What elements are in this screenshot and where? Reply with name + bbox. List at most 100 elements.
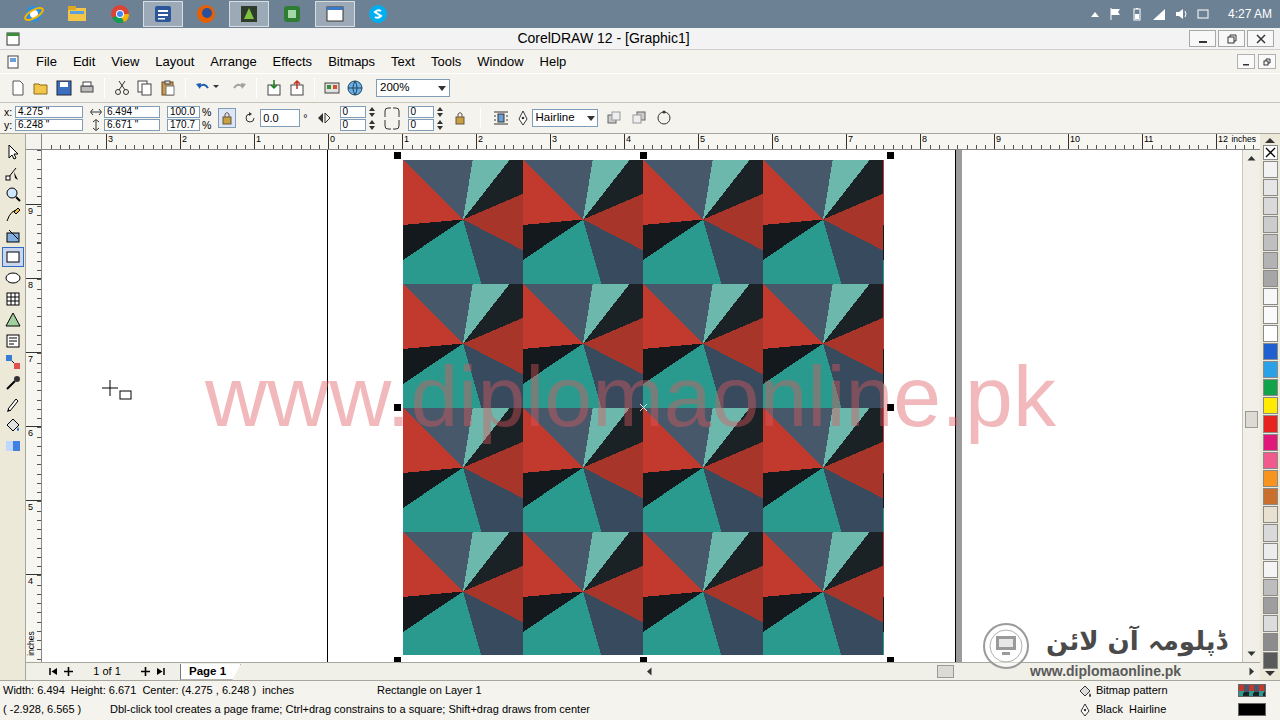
color-swatch[interactable] xyxy=(1263,234,1278,251)
fill-indicator[interactable]: Bitmap pattern xyxy=(1078,682,1280,699)
position-field[interactable]: 6.248 " xyxy=(15,119,83,131)
menu-item[interactable]: View xyxy=(103,50,147,74)
to-front-button[interactable] xyxy=(605,108,623,128)
vertical-ruler[interactable]: 987654inches xyxy=(26,150,42,662)
round-corners-lock-button[interactable] xyxy=(451,108,469,128)
selection-handle[interactable] xyxy=(887,404,894,411)
taskbar-button[interactable] xyxy=(100,1,140,27)
shape-tool[interactable] xyxy=(2,163,24,183)
menu-item[interactable]: Window xyxy=(469,50,531,74)
color-swatch[interactable] xyxy=(1263,288,1278,305)
convert-to-curves-button[interactable] xyxy=(655,108,673,128)
import-button[interactable] xyxy=(264,77,284,99)
undo-list-button[interactable] xyxy=(216,77,226,99)
color-swatch[interactable] xyxy=(1263,179,1278,196)
mirror-button[interactable] xyxy=(315,108,333,128)
scale-field[interactable]: 170.7 xyxy=(167,119,200,131)
wrap-text-button[interactable] xyxy=(492,108,510,128)
rectangle-tool[interactable] xyxy=(2,247,24,267)
color-swatch[interactable] xyxy=(1263,270,1278,287)
color-swatch[interactable] xyxy=(1263,561,1278,578)
fill-tool[interactable] xyxy=(2,415,24,435)
color-swatch[interactable] xyxy=(1263,361,1278,378)
color-swatch[interactable] xyxy=(1263,470,1278,487)
open-button[interactable] xyxy=(31,77,51,99)
color-swatch[interactable] xyxy=(1263,524,1278,541)
color-swatch[interactable] xyxy=(1263,397,1278,414)
freehand-tool[interactable] xyxy=(2,205,24,225)
taskbar-button[interactable] xyxy=(272,1,312,27)
save-button[interactable] xyxy=(54,77,74,99)
color-swatch[interactable] xyxy=(1263,615,1278,632)
taskbar-button[interactable] xyxy=(315,1,355,27)
scroll-down-button[interactable] xyxy=(1244,646,1260,662)
color-swatch[interactable] xyxy=(1263,379,1278,396)
outline-tool[interactable] xyxy=(2,394,24,414)
scroll-thumb[interactable] xyxy=(937,665,954,678)
rotation-field[interactable]: 0.0 xyxy=(260,109,300,127)
restore-button[interactable] xyxy=(1218,30,1245,47)
horizontal-ruler[interactable]: 3210123456789101112inches xyxy=(42,134,1260,150)
selection-handle[interactable] xyxy=(394,152,401,159)
undo-button[interactable] xyxy=(193,77,213,99)
color-swatch[interactable] xyxy=(1263,488,1278,505)
eyedropper-tool[interactable] xyxy=(2,373,24,393)
document-restore-button[interactable] xyxy=(1258,54,1276,69)
proportional-lock-button[interactable] xyxy=(218,108,236,128)
blend-tool[interactable] xyxy=(2,352,24,372)
add-page-before-button[interactable] xyxy=(61,664,76,679)
menu-item[interactable]: Arrange xyxy=(202,50,264,74)
zoom-tool[interactable] xyxy=(2,184,24,204)
text-tool[interactable] xyxy=(2,331,24,351)
taskbar-button[interactable] xyxy=(57,1,97,27)
menu-item[interactable]: Bitmaps xyxy=(320,50,383,74)
color-swatch[interactable] xyxy=(1263,306,1278,323)
position-field[interactable]: 4.275 " xyxy=(15,106,83,118)
to-back-button[interactable] xyxy=(630,108,648,128)
taskbar-button[interactable] xyxy=(14,1,54,27)
copy-button[interactable] xyxy=(135,77,155,99)
color-swatch[interactable] xyxy=(1263,434,1278,451)
selection-handle[interactable] xyxy=(640,657,647,662)
vertical-scrollbar[interactable] xyxy=(1242,150,1260,662)
minimize-button[interactable] xyxy=(1189,30,1216,47)
print-button[interactable] xyxy=(77,77,97,99)
scroll-up-button[interactable] xyxy=(1244,150,1260,166)
menu-item[interactable]: Layout xyxy=(147,50,202,74)
color-swatch[interactable] xyxy=(1263,325,1278,342)
graph-tool[interactable] xyxy=(2,289,24,309)
menu-item[interactable]: Edit xyxy=(65,50,103,74)
close-button[interactable] xyxy=(1247,30,1274,47)
corner-field[interactable]: 0 xyxy=(408,106,434,118)
zoom-dropdown[interactable]: 200% xyxy=(376,79,450,97)
corner-field[interactable]: 0 xyxy=(340,106,366,118)
color-swatch[interactable] xyxy=(1263,652,1278,669)
color-swatch[interactable] xyxy=(1263,633,1278,650)
application-launcher-button[interactable] xyxy=(322,77,342,99)
corel-online-button[interactable] xyxy=(345,77,365,99)
taskbar-button[interactable] xyxy=(143,1,183,27)
clock[interactable]: 4:27 AM xyxy=(1228,5,1272,23)
color-swatch[interactable] xyxy=(1263,161,1278,178)
smart-tool[interactable] xyxy=(2,226,24,246)
color-swatch[interactable] xyxy=(1263,252,1278,269)
outline-width-dropdown[interactable]: Hairline xyxy=(532,109,598,127)
taskbar-button[interactable] xyxy=(358,1,398,27)
basic-tool[interactable] xyxy=(2,310,24,330)
outline-indicator[interactable]: Black Hairline xyxy=(1078,701,1280,718)
color-swatch[interactable] xyxy=(1263,343,1278,360)
color-swatch[interactable] xyxy=(1263,597,1278,614)
document-minimize-button[interactable] xyxy=(1237,54,1255,69)
paste-button[interactable] xyxy=(158,77,178,99)
menu-item[interactable]: Tools xyxy=(423,50,469,74)
color-swatch[interactable] xyxy=(1263,197,1278,214)
ellipse-tool[interactable] xyxy=(2,268,24,288)
corner-field[interactable]: 0 xyxy=(340,119,366,131)
color-swatch[interactable] xyxy=(1263,579,1278,596)
last-page-button[interactable] xyxy=(153,664,168,679)
scroll-right-button[interactable] xyxy=(1244,664,1260,680)
export-button[interactable] xyxy=(287,77,307,99)
color-swatch[interactable] xyxy=(1263,415,1278,432)
ruler-corner[interactable] xyxy=(26,134,42,150)
size-field[interactable]: 6.494 " xyxy=(104,106,160,118)
